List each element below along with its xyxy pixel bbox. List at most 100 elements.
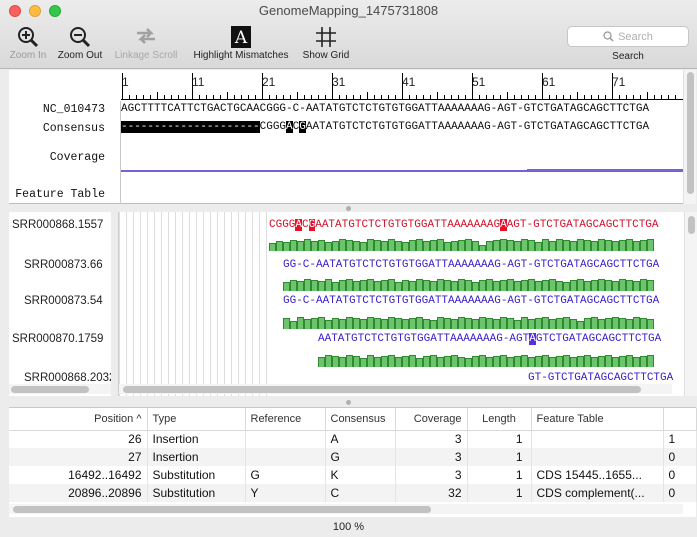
ruler-tick (654, 95, 655, 99)
col-coverage[interactable]: Coverage (395, 408, 468, 431)
read-names-list: SRR000868.1557 SRR000873.66 SRR000873.54… (9, 212, 111, 396)
table-row[interactable]: 26 Insertion A 3 1 1 (9, 430, 697, 448)
label-separator (120, 101, 121, 204)
ruler-tick (563, 95, 564, 99)
consensus-seq-a: CGGG (259, 121, 287, 133)
quality-bar (549, 319, 556, 329)
table-scroll-thumb[interactable] (13, 506, 431, 513)
ruler-tick (465, 95, 466, 99)
table-header: Position ^ Type Reference Consensus Cove… (9, 408, 697, 431)
quality-bar (360, 319, 367, 329)
cell-position: 16492..16492 (9, 466, 148, 484)
ruler-tick (598, 95, 599, 99)
cell-reference (245, 430, 326, 448)
quality-bar (402, 242, 409, 251)
ruler-tick (640, 95, 641, 99)
quality-bar (626, 239, 633, 251)
names-scroll-thumb[interactable] (11, 386, 89, 393)
cell-length: 1 (467, 448, 532, 466)
quality-bar (591, 280, 598, 291)
quality-bar (458, 240, 465, 251)
col-feature-table[interactable]: Feature Table (531, 408, 664, 431)
zoom-in-button[interactable]: Zoom In (5, 24, 51, 66)
zoom-in-icon (5, 24, 51, 50)
ruler-tick (213, 95, 214, 99)
col-position[interactable]: Position ^ (9, 408, 148, 431)
search-input[interactable]: Search (567, 26, 689, 47)
quality-bar (444, 356, 451, 367)
quality-bar (367, 317, 374, 329)
reference-vertical-scrollbar[interactable] (683, 70, 696, 204)
cell-length: 1 (467, 430, 532, 448)
reads-vscroll-thumb[interactable] (688, 216, 695, 234)
show-grid-button[interactable]: Show Grid (299, 24, 353, 66)
search-tool: Search Search (567, 24, 689, 66)
quality-bar (535, 318, 542, 329)
quality-bar (486, 241, 493, 251)
quality-bar (283, 242, 290, 251)
quality-bar (360, 280, 367, 291)
table-divider-handle[interactable] (346, 400, 351, 405)
ruler-tick (185, 95, 186, 99)
quality-bar (416, 279, 423, 291)
quality-bar (591, 317, 598, 329)
consensus-mismatch-1: A (286, 121, 293, 133)
col-type[interactable]: Type (147, 408, 246, 431)
quality-bar (318, 357, 325, 367)
cell-coverage: 3 (395, 466, 468, 484)
reads-vertical-scrollbar[interactable] (684, 212, 697, 396)
quality-bar (451, 281, 458, 291)
col-length[interactable]: Length (467, 408, 532, 431)
read-quality-bars-4 (318, 353, 654, 367)
names-horizontal-scrollbar[interactable] (9, 384, 111, 394)
quality-bar (325, 279, 332, 291)
quality-bar (346, 240, 353, 251)
quality-bar (458, 357, 465, 367)
quality-bar (332, 318, 339, 329)
quality-bar (402, 280, 409, 291)
read-name-5[interactable]: SRR000868.2032 (24, 372, 111, 384)
quality-bar (360, 242, 367, 251)
quality-bar (395, 318, 402, 329)
search-label: Search (612, 51, 644, 62)
table-row[interactable]: 16492..16492 Substitution G K 3 1 CDS 15445..1… (9, 466, 697, 484)
table-row[interactable]: 20896..20896 Substitution Y C 32 1 CDS complem… (9, 484, 697, 502)
quality-bar (458, 279, 465, 291)
ruler-tick (507, 92, 508, 99)
ruler-tick (325, 95, 326, 99)
highlight-mismatches-button[interactable]: A Highlight Mismatches (186, 24, 296, 66)
zoom-out-button[interactable]: Zoom Out (54, 24, 106, 66)
read-name-3[interactable]: SRR000873.54 (24, 295, 111, 307)
quality-bar (465, 239, 472, 251)
reads-horizontal-scrollbar[interactable] (119, 384, 672, 394)
table-horizontal-scrollbar[interactable] (9, 504, 683, 514)
quality-bar (556, 356, 563, 367)
coverage-label: Coverage (49, 151, 105, 164)
quality-bar (479, 245, 486, 251)
read-name-2[interactable]: SRR000873.66 (24, 259, 111, 271)
read-name-1[interactable]: SRR000868.1557 (12, 219, 111, 231)
col-reference[interactable]: Reference (245, 408, 326, 431)
quality-bar (409, 318, 416, 329)
zoom-out-label: Zoom Out (57, 50, 103, 61)
read-quality-bars-3 (283, 315, 654, 329)
quality-bar (388, 279, 395, 291)
reference-scroll-thumb[interactable] (687, 72, 694, 194)
col-consensus[interactable]: Consensus (325, 408, 396, 431)
reads-scroll-thumb[interactable] (123, 386, 641, 393)
quality-bar (451, 319, 458, 329)
ruler-label: 11 (192, 75, 205, 89)
read-name-4[interactable]: SRR000870.1759 (12, 333, 111, 345)
col-extra[interactable] (663, 408, 697, 431)
split-divider-handle[interactable] (346, 206, 351, 211)
ruler-tick (332, 73, 333, 99)
quality-bar (556, 318, 563, 329)
cell-extra: 1 (663, 430, 697, 448)
linkage-scroll-button[interactable]: Linkage Scroll (110, 24, 182, 66)
table-row[interactable]: 27 Insertion G 3 1 0 (9, 448, 697, 466)
ruler-tick (430, 95, 431, 99)
ruler-tick (647, 92, 648, 99)
cell-type: Insertion (147, 430, 246, 448)
cell-coverage: 3 (395, 448, 468, 466)
quality-bar (626, 319, 633, 329)
